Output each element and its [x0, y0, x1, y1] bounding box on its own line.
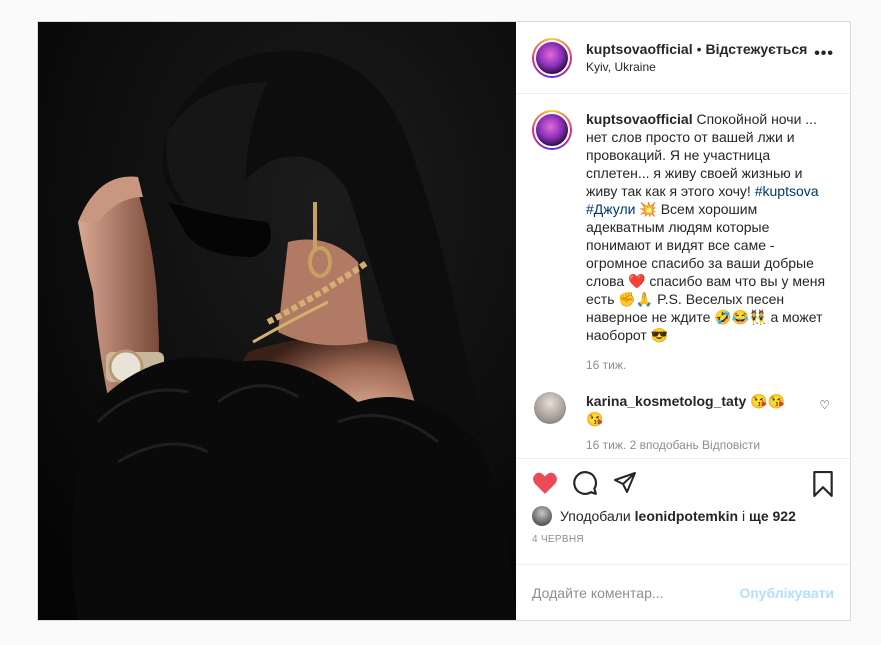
commenter-avatar[interactable] [534, 392, 566, 424]
caption-text: kuptsovaofficial Спокойной ночи ... нет … [586, 110, 826, 344]
author-avatar[interactable] [532, 37, 572, 78]
more-options-icon[interactable]: ••• [814, 46, 834, 62]
comment-input[interactable]: Додайте коментар... [532, 585, 739, 601]
caption-username[interactable]: kuptsovaofficial [586, 111, 693, 127]
caption-avatar[interactable] [532, 110, 572, 150]
follow-status-button[interactable]: Відстежується [706, 41, 808, 57]
post-location[interactable]: Kyiv, Ukraine [586, 60, 807, 74]
comments-section: kuptsovaofficial Спокойной ночи ... нет … [516, 94, 850, 458]
emoji-laugh-dance: 🤣😂👯 [714, 309, 767, 325]
likes-summary: Уподобали leonidpotemkin і ще 922 [516, 506, 850, 526]
caption-time[interactable]: 16 тиж. [586, 358, 826, 372]
commenter-username[interactable]: karina_kosmetolog_taty [586, 393, 746, 409]
hashtag-julie[interactable]: #Джули [586, 201, 635, 217]
liker-username[interactable]: leonidpotemkin [635, 508, 738, 524]
emoji-collision: 💥 [639, 201, 657, 217]
emoji-heart: ❤️ [628, 273, 646, 289]
likes-and: і [742, 508, 746, 524]
likes-count[interactable]: ще 922 [749, 508, 796, 524]
share-plane-icon[interactable] [612, 471, 638, 495]
likes-prefix: Уподобали [560, 508, 631, 524]
comment-bubble-icon[interactable] [572, 470, 598, 496]
liker-avatar[interactable] [532, 506, 552, 526]
like-heart-icon[interactable] [532, 471, 558, 495]
publish-button[interactable]: Опублікувати [739, 585, 834, 601]
comment-meta[interactable]: 16 тиж. 2 вподобань Відповісти [586, 438, 786, 452]
add-comment-bar: Додайте коментар... Опублікувати [516, 564, 850, 620]
caption: kuptsovaofficial Спокойной ночи ... нет … [532, 110, 834, 372]
comment-text: karina_kosmetolog_taty 😘😘😘 [586, 392, 786, 428]
emoji-sunglasses: 😎 [650, 327, 669, 343]
comment-item: karina_kosmetolog_taty 😘😘😘 16 тиж. 2 впо… [532, 392, 834, 452]
post-card: kuptsovaofficial • Відстежується Kyiv, U… [37, 21, 851, 621]
separator-dot: • [696, 41, 702, 57]
hashtag-kuptsova[interactable]: #kuptsova [755, 183, 819, 199]
post-date[interactable]: 4 ЧЕРВНЯ [516, 534, 850, 564]
author-username[interactable]: kuptsovaofficial [586, 41, 693, 57]
bookmark-icon[interactable] [812, 471, 834, 502]
post-actions [516, 458, 850, 506]
comment-like-icon[interactable]: ♡ [819, 398, 830, 412]
post-header: kuptsovaofficial • Відстежується Kyiv, U… [516, 22, 850, 94]
photo-image [38, 22, 516, 620]
emoji-fist-pray: ✊🙏 [618, 291, 654, 307]
post-sidebar: kuptsovaofficial • Відстежується Kyiv, U… [516, 22, 850, 620]
post-photo[interactable] [38, 22, 516, 620]
